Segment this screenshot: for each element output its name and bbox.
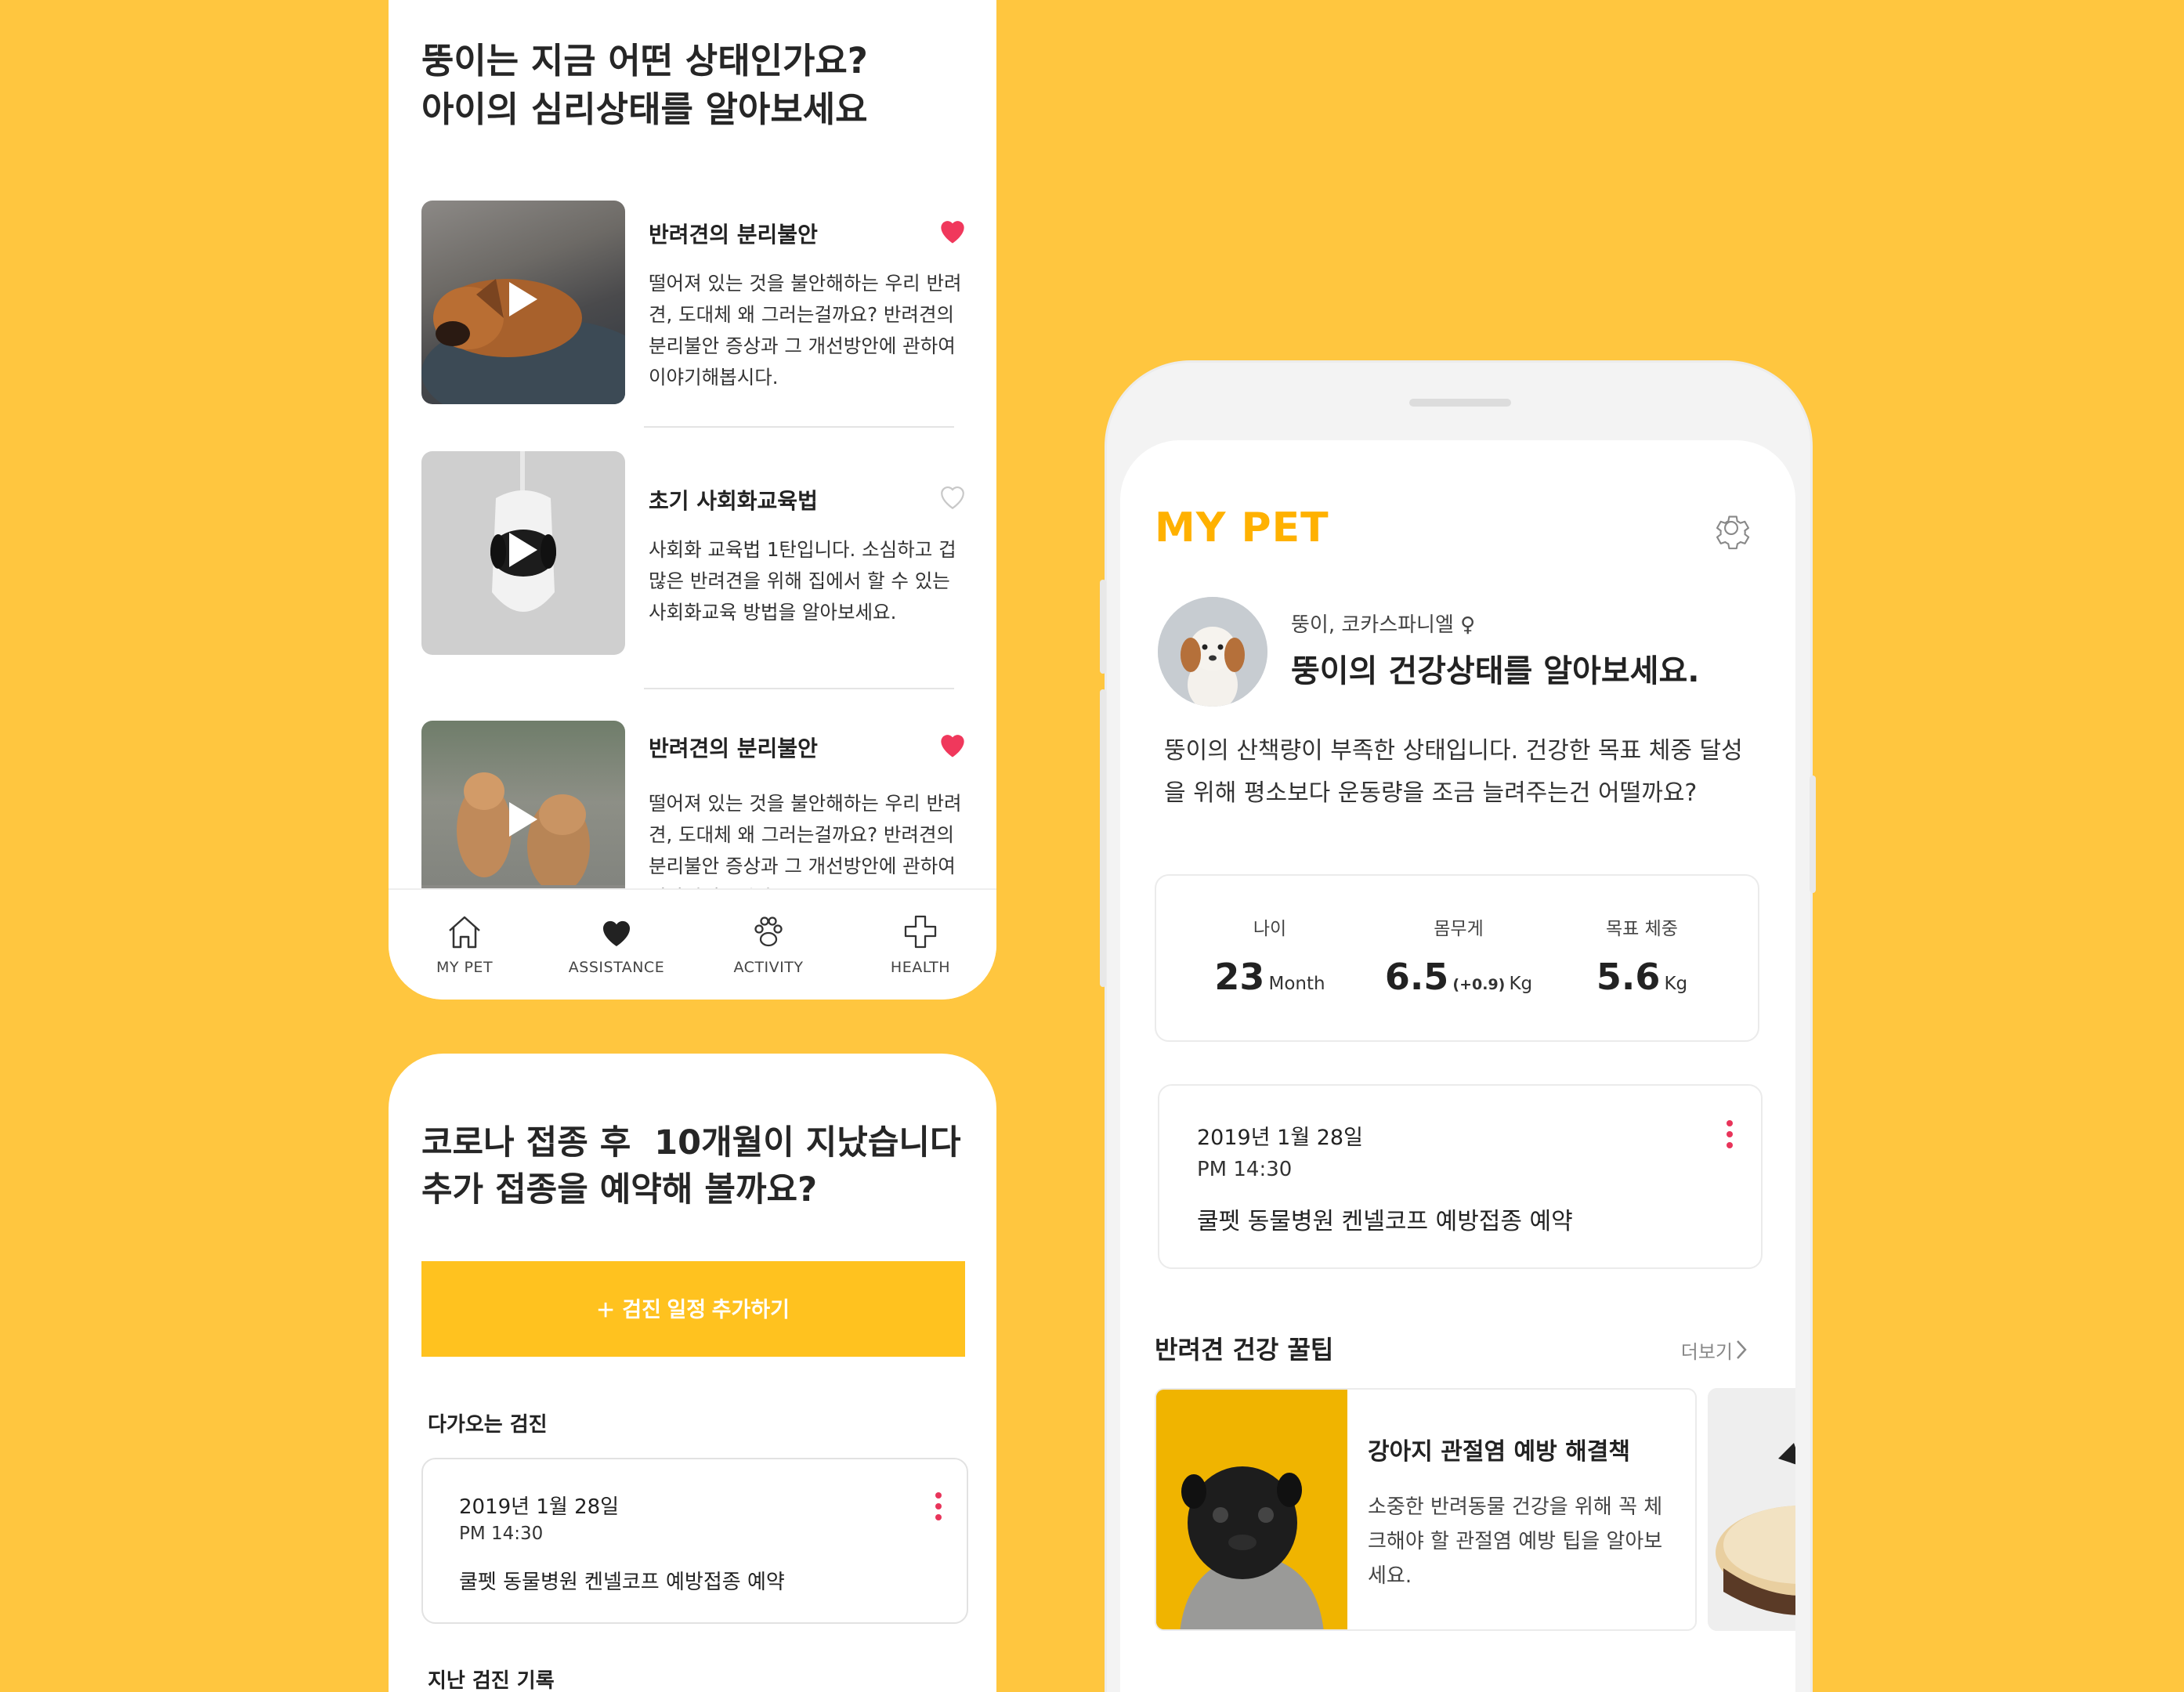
past-checkup-label: 지난 검진 기록 bbox=[428, 1669, 555, 1692]
panel-heading-line1: 뚱이는 지금 어떤 상태인가요? bbox=[421, 40, 868, 81]
medical-cross-icon bbox=[904, 915, 937, 949]
stat-value: 5.6 bbox=[1596, 956, 1661, 998]
stat-label: 나이 bbox=[1253, 919, 1287, 939]
pet-status-message: 뚱이의 산책량이 부족한 상태입니다. 건강한 목표 체중 달성을 위해 평소보… bbox=[1164, 737, 1743, 807]
stat-label: 목표 체중 bbox=[1606, 919, 1678, 939]
chevron-right-icon[interactable] bbox=[1733, 1338, 1750, 1361]
stat-age: 나이 23 Month bbox=[1176, 913, 1364, 998]
checkup-description: 쿨펫 동물병원 켄넬코프 예방접종 예약 bbox=[459, 1571, 785, 1594]
tip-image bbox=[1156, 1390, 1347, 1629]
pet-subtitle: 뚱이, 코카스파니엘 ♀ bbox=[1291, 613, 1476, 637]
checkup-heading-line1: 코로나 접종 후 10개월이 지났습니다 bbox=[421, 1123, 961, 1162]
heart-filled-icon[interactable] bbox=[935, 213, 970, 248]
tab-assistance[interactable]: ASSISTANCE bbox=[541, 913, 692, 976]
play-icon bbox=[509, 282, 537, 316]
pet-stats-card: 나이 23 Month 몸무게 6.5 (+0.9) Kg 목표 체중 5.6 … bbox=[1155, 874, 1759, 1042]
stat-unit: Kg bbox=[1664, 974, 1688, 994]
schedule-date: 2019년 1월 28일 bbox=[1197, 1126, 1363, 1150]
schedule-description: 쿨펫 동물병원 켄넬코프 예방접종 예약 bbox=[1197, 1208, 1573, 1235]
tab-health[interactable]: HEALTH bbox=[844, 913, 996, 976]
tab-activity[interactable]: ACTIVITY bbox=[692, 913, 844, 976]
gear-icon[interactable] bbox=[1709, 506, 1753, 550]
tip-description: 소중한 반려동물 건강을 위해 꼭 체크해야 할 관절염 예방 팁을 알아보세요… bbox=[1368, 1495, 1663, 1588]
bottom-tab-bar: MY PET ASSISTANCE ACTIVITY HEALTH bbox=[389, 888, 996, 1000]
add-checkup-button-content: + 검진 일정 추가하기 bbox=[421, 1292, 965, 1328]
add-checkup-button[interactable]: + 검진 일정 추가하기 bbox=[421, 1261, 965, 1357]
tips-section-title: 반려견 건강 꿀팁 bbox=[1155, 1335, 1334, 1365]
schedule-card[interactable]: 2019년 1월 28일 PM 14:30 쿨펫 동물병원 켄넬코프 예방접종 … bbox=[1158, 1084, 1763, 1269]
avatar[interactable] bbox=[1158, 597, 1267, 707]
articles-panel: 뚱이는 지금 어떤 상태인가요? 아이의 심리상태를 알아보세요 반려견의 분리… bbox=[389, 0, 996, 1000]
stat-weight: 몸무게 6.5 (+0.9) Kg bbox=[1365, 913, 1553, 998]
panel-heading-line2: 아이의 심리상태를 알아보세요 bbox=[421, 89, 868, 130]
checkup-date: 2019년 1월 28일 bbox=[459, 1495, 620, 1519]
puppy-photo bbox=[1158, 597, 1267, 707]
tab-label: ACTIVITY bbox=[733, 959, 804, 976]
checkup-heading: 코로나 접종 후 10개월이 지났습니다 추가 접종을 예약해 볼까요? bbox=[421, 1119, 961, 1213]
stat-value: 6.5 bbox=[1384, 956, 1449, 998]
checkup-time: PM 14:30 bbox=[459, 1524, 544, 1544]
upcoming-checkup-label: 다가오는 검진 bbox=[428, 1413, 548, 1437]
video-thumbnail[interactable] bbox=[421, 201, 625, 404]
article-item[interactable]: 반려견의 분리불안 떨어져 있는 것을 불안해하는 우리 반려견, 도대체 왜 … bbox=[421, 201, 970, 404]
tip-title: 강아지 관절염 예방 해결책 bbox=[1368, 1438, 1630, 1466]
pug-photo bbox=[1156, 1390, 1347, 1629]
video-thumbnail[interactable] bbox=[421, 451, 625, 655]
add-checkup-label: 검진 일정 추가하기 bbox=[622, 1298, 790, 1321]
home-icon bbox=[449, 916, 480, 949]
stat-unit: Kg bbox=[1509, 974, 1533, 994]
pet-headline: 뚱이의 건강상태를 알아보세요. bbox=[1291, 653, 1700, 689]
phone-screen: MY PET 뚱이, 코카스파니엘 ♀ 뚱이의 건강상태를 알아보세요. 뚱이의… bbox=[1120, 440, 1795, 1692]
more-options-icon[interactable] bbox=[1727, 1120, 1734, 1153]
tip-card[interactable] bbox=[1708, 1388, 1795, 1631]
phone-speaker bbox=[1409, 399, 1511, 407]
app-title: MY PET bbox=[1155, 504, 1329, 551]
heart-outline-icon[interactable] bbox=[935, 479, 970, 514]
article-description: 떨어져 있는 것을 불안해하는 우리 반려견, 도대체 왜 그러는걸까요? 반려… bbox=[649, 272, 962, 389]
schedule-time: PM 14:30 bbox=[1197, 1158, 1293, 1181]
checkup-panel: 코로나 접종 후 10개월이 지났습니다 추가 접종을 예약해 볼까요? + 검진… bbox=[389, 1054, 996, 1692]
tab-label: MY PET bbox=[436, 959, 494, 976]
tab-my-pet[interactable]: MY PET bbox=[389, 913, 541, 976]
stat-value: 23 bbox=[1214, 956, 1265, 998]
article-item[interactable]: 초기 사회화교육법 사회화 교육법 1탄입니다. 소심하고 겁많은 반려견을 위… bbox=[421, 451, 970, 655]
article-title: 반려견의 분리불안 bbox=[649, 736, 818, 761]
stat-label: 몸무게 bbox=[1434, 919, 1484, 939]
article-title: 초기 사회화교육법 bbox=[649, 488, 818, 514]
article-title: 반려견의 분리불안 bbox=[649, 222, 818, 248]
stat-target-weight: 목표 체중 5.6 Kg bbox=[1548, 913, 1736, 998]
upcoming-checkup-card[interactable]: 2019년 1월 28일 PM 14:30 쿨펫 동물병원 켄넬코프 예방접종 … bbox=[421, 1458, 968, 1624]
phone-button bbox=[1100, 580, 1106, 674]
see-more-link[interactable]: 더보기 bbox=[1681, 1336, 1733, 1364]
divider bbox=[644, 688, 954, 689]
heart-filled-icon[interactable] bbox=[935, 727, 970, 761]
food-photo bbox=[1708, 1388, 1795, 1631]
tip-card[interactable]: 강아지 관절염 예방 해결책 소중한 반려동물 건강을 위해 꼭 체크해야 할 … bbox=[1155, 1388, 1697, 1631]
phone-button bbox=[1810, 776, 1816, 893]
stat-delta: (+0.9) bbox=[1452, 976, 1506, 993]
tab-label: ASSISTANCE bbox=[568, 959, 665, 976]
phone-button bbox=[1100, 689, 1106, 987]
divider bbox=[644, 426, 954, 428]
article-description: 사회화 교육법 1탄입니다. 소심하고 겁많은 반려견을 위해 집에서 할 수 … bbox=[649, 538, 956, 624]
paw-icon bbox=[754, 916, 783, 947]
tab-label: HEALTH bbox=[890, 959, 951, 976]
heart-icon bbox=[602, 920, 631, 946]
stat-unit: Month bbox=[1268, 974, 1325, 994]
checkup-heading-line2: 추가 접종을 예약해 볼까요? bbox=[421, 1170, 818, 1209]
play-icon bbox=[509, 802, 537, 837]
play-icon bbox=[509, 533, 537, 567]
plus-icon: + bbox=[597, 1294, 615, 1327]
more-options-icon[interactable] bbox=[935, 1492, 943, 1525]
